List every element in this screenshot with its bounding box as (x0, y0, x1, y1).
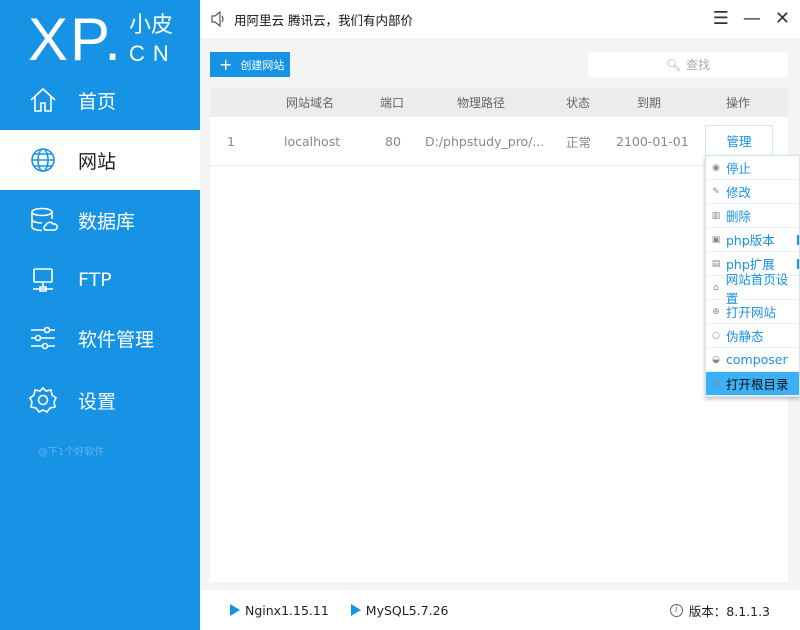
menu-item-open-website[interactable]: ⊕ 打开网站 (706, 300, 799, 324)
menu-label: 伪静态 (726, 329, 764, 344)
table-header: 网站域名 端口 物理路径 状态 到期 操作 (210, 88, 788, 117)
nav-label: 设置 (78, 390, 117, 413)
mysql-service[interactable]: MySQL5.7.26 (350, 602, 449, 618)
globe-icon: ⊕ (712, 306, 720, 317)
menu-label: 停止 (726, 161, 752, 176)
menu-label: 打开网站 (726, 305, 777, 320)
php-extension-icon: ▤ (711, 258, 721, 269)
speaker-icon (211, 11, 224, 27)
sidebar-item-website[interactable]: 网站 (0, 130, 200, 190)
menu-label: composer (726, 352, 788, 367)
create-website-button[interactable]: + 创建网站 (210, 52, 290, 77)
menu-item-delete[interactable]: ▥ 删除 (706, 204, 799, 228)
menu-item-rewrite[interactable]: ○ 伪静态 (706, 324, 799, 348)
nginx-service[interactable]: Nginx1.15.11 (230, 603, 329, 618)
status-bar: Nginx1.15.11 MySQL5.7.26 i 版本：8.1.1.3 (200, 590, 800, 630)
notice-text[interactable]: 用阿里云 腾讯云，我们有内部价 (234, 10, 413, 29)
list-icon: ≡ (712, 378, 720, 389)
nav-label: 软件管理 (78, 328, 155, 351)
col-path: 物理路径 (457, 96, 506, 110)
nav-label: 首页 (78, 90, 117, 113)
row-port: 80 (385, 133, 401, 149)
row-status: 正常 (566, 134, 592, 150)
composer-icon: ◒ (712, 354, 720, 365)
play-icon (230, 604, 240, 616)
search-input[interactable]: 🔍︎ 查找 (588, 52, 788, 77)
manage-dropdown-menu: ◉ 停止 ✎ 修改 ▥ 删除 ▣ php版本 ▤ php扩展 ⌂ 网站首页设置 ⊕ 打开网站 … (705, 155, 800, 397)
manage-button[interactable]: 管理 (705, 125, 773, 155)
menu-label: 修改 (726, 185, 752, 200)
header: 用阿里云 腾讯云，我们有内部价 ☰ — ✕ (200, 0, 800, 38)
col-domain: 网站域名 (286, 96, 335, 110)
nav-label: FTP (78, 269, 112, 291)
menu-item-php-version[interactable]: ▣ php版本 (706, 228, 799, 252)
menu-item-stop[interactable]: ◉ 停止 (706, 156, 799, 180)
menu-icon[interactable]: ☰ (713, 8, 729, 29)
logo-cn: CN (128, 41, 177, 66)
menu-item-open-root[interactable]: ≡ 打开根目录 (706, 372, 799, 396)
home-icon: ⌂ (713, 282, 719, 293)
sidebar-item-software[interactable]: 软件管理 (0, 308, 200, 368)
stop-icon: ◉ (712, 162, 720, 173)
nav-label: 数据库 (78, 210, 136, 233)
menu-item-composer[interactable]: ◒ composer (706, 348, 799, 372)
service-label: MySQL5.7.26 (365, 602, 449, 618)
table-row[interactable]: 1 localhost 80 D:/phpstudy_pro/... 正常 21… (210, 117, 788, 166)
minimize-button[interactable]: — (743, 8, 761, 29)
row-expire: 2100-01-01 (616, 133, 689, 149)
play-icon (350, 604, 361, 616)
sidebar-item-ftp[interactable]: FTP (0, 250, 200, 310)
menu-item-edit[interactable]: ✎ 修改 (706, 180, 799, 204)
logo-main: XP. (28, 6, 123, 73)
col-action: 操作 (726, 96, 751, 110)
menu-label: 删除 (726, 209, 752, 224)
submenu-indicator (797, 235, 799, 245)
close-button[interactable]: ✕ (775, 8, 790, 29)
php-version-icon: ▣ (711, 234, 721, 245)
pencil-icon: ✎ (712, 186, 720, 197)
trash-icon: ▥ (711, 210, 721, 221)
plus-icon: + (219, 55, 233, 74)
website-table: 网站域名 端口 物理路径 状态 到期 操作 1 localhost 80 D:/… (210, 88, 788, 582)
home-icon (30, 87, 56, 112)
info-icon: i (669, 603, 683, 617)
search-icon: 🔍︎ (665, 57, 682, 72)
watermark: @下1个好软件 (38, 447, 105, 458)
sidebar-item-settings[interactable]: 设置 (0, 370, 200, 430)
menu-label: php版本 (726, 233, 775, 248)
search-placeholder: 查找 (686, 58, 711, 72)
row-path: D:/phpstudy_pro/... (425, 133, 545, 149)
row-index: 1 (227, 133, 235, 149)
menu-label: 打开根目录 (726, 377, 789, 392)
database-icon (31, 207, 58, 232)
sidebar: XP. 小皮 CN 首页 网站 数据库 FTP 软件管理 设置 @下1个好软件 (0, 0, 200, 630)
version-info: i 版本：8.1.1.3 (669, 601, 770, 620)
ring-icon: ○ (712, 330, 720, 341)
sliders-icon (31, 326, 55, 350)
row-domain: localhost (284, 133, 341, 149)
col-expire: 到期 (637, 96, 662, 110)
submenu-indicator (797, 259, 799, 269)
logo-sub: 小皮 (128, 13, 173, 38)
service-label: Nginx1.15.11 (245, 602, 329, 618)
col-port: 端口 (380, 96, 405, 110)
gear-icon (28, 386, 58, 414)
create-label: 创建网站 (240, 58, 285, 72)
menu-item-homepage-settings[interactable]: ⌂ 网站首页设置 (706, 272, 799, 306)
sidebar-item-home[interactable]: 首页 (0, 70, 200, 130)
logo: XP. 小皮 CN (28, 4, 177, 70)
ftp-icon (33, 268, 53, 292)
sidebar-item-database[interactable]: 数据库 (0, 190, 200, 250)
nav-label: 网站 (78, 150, 117, 173)
globe-icon (31, 148, 55, 172)
version-label: 版本：8.1.1.3 (688, 603, 770, 619)
col-status: 状态 (566, 96, 591, 110)
